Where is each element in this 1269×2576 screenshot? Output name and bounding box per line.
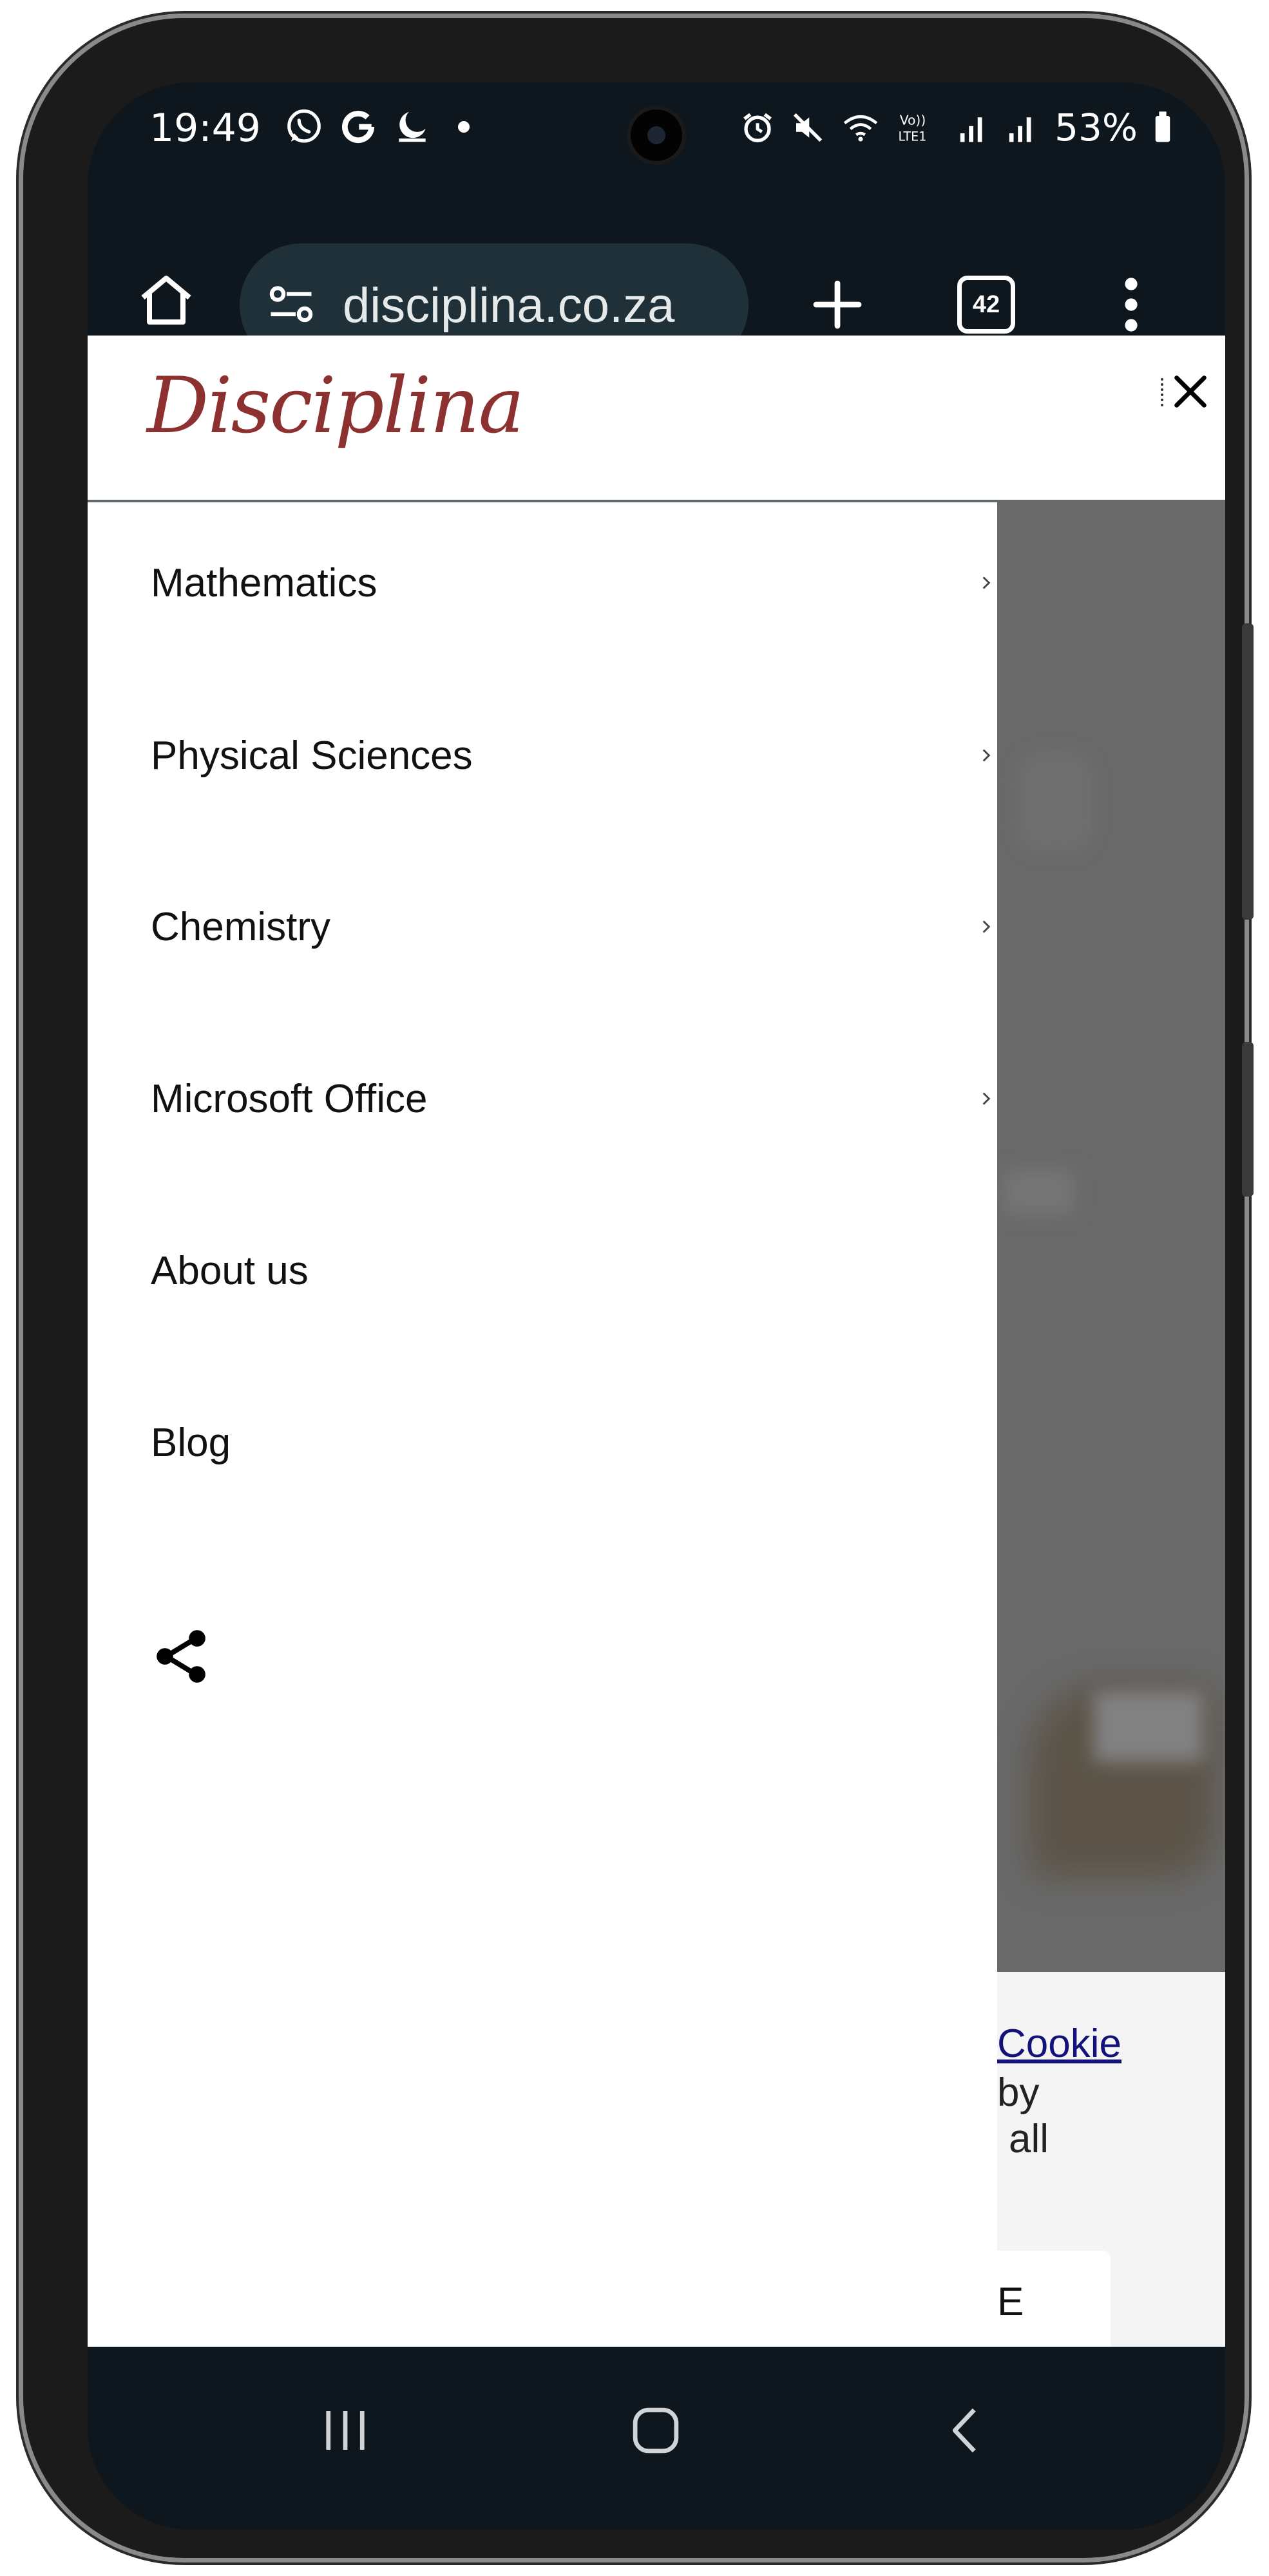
mute-icon	[793, 113, 823, 142]
menu-item-label: Microsoft Office	[151, 1076, 428, 1121]
close-menu-button[interactable]	[1170, 369, 1211, 423]
blurred-content	[1016, 751, 1094, 854]
signal-icon	[960, 117, 982, 142]
whatsapp-icon	[287, 109, 321, 143]
blurred-image	[1094, 1691, 1203, 1762]
wifi-icon	[843, 115, 878, 142]
chevron-right-icon[interactable]	[969, 738, 1004, 773]
phone-frame: 19:49 Vo)) LTE1 53% disciplina.co.za 42 …	[23, 18, 1254, 2558]
dot-icon	[458, 121, 470, 133]
recent-apps-button[interactable]	[307, 2392, 384, 2469]
more-vert-icon	[1125, 278, 1138, 332]
menu-item-label: About us	[151, 1248, 309, 1293]
browser-toolbar: disciplina.co.za 42	[88, 185, 1225, 367]
status-bar: 19:49 Vo)) LTE1 53%	[88, 82, 1225, 185]
menu-item-blog[interactable]: Blog	[151, 1401, 988, 1484]
url-text[interactable]: disciplina.co.za	[343, 278, 674, 334]
cookie-button-label: E	[997, 2280, 1024, 2324]
plus-icon	[813, 280, 862, 329]
back-button[interactable]	[928, 2392, 1006, 2469]
phone-screen: 19:49 Vo)) LTE1 53% disciplina.co.za 42 …	[88, 82, 1225, 2530]
home-icon	[633, 2407, 679, 2454]
volte-icon: Vo)) LTE1	[899, 113, 927, 144]
battery-icon	[1155, 111, 1170, 142]
svg-text:LTE1: LTE1	[899, 129, 927, 144]
menu-item-about-us[interactable]: About us	[151, 1229, 988, 1312]
battery-percent: 53%	[1054, 106, 1138, 149]
site-header: Disciplina	[88, 336, 1225, 502]
site-settings-icon[interactable]	[264, 278, 318, 332]
new-tab-button[interactable]	[804, 271, 871, 338]
chevron-right-icon[interactable]	[969, 1081, 1004, 1116]
more-menu-button[interactable]	[1105, 271, 1157, 338]
volume-button	[1242, 1042, 1254, 1197]
blurred-content	[1004, 1170, 1074, 1215]
tab-count-badge: 42	[957, 276, 1015, 334]
home-icon	[141, 276, 191, 325]
cookie-policy-link[interactable]: Cookie	[997, 2021, 1121, 2067]
share-icon	[157, 1630, 205, 1683]
menu-item-microsoft-office[interactable]: Microsoft Office	[151, 1057, 991, 1141]
web-content: Disciplina Cookie by all E Mathematics P…	[88, 336, 1225, 2347]
signal-icon	[1009, 117, 1031, 142]
cookie-accept-button[interactable]: E	[997, 2251, 1111, 2347]
site-logo[interactable]: Disciplina	[147, 361, 524, 451]
navigation-bar	[88, 2347, 1225, 2530]
page-overlay[interactable]	[997, 500, 1225, 1972]
close-icon	[1174, 375, 1207, 408]
recent-apps-icon	[326, 2411, 365, 2450]
menu-item-mathematics[interactable]: Mathematics	[151, 541, 991, 625]
home-nav-button[interactable]	[617, 2392, 694, 2469]
cookie-text-line: all	[1009, 2117, 1049, 2161]
menu-drawer: Mathematics Physical Sciences Chemistry	[88, 502, 997, 2347]
status-left-icons	[284, 107, 470, 147]
chevron-right-icon[interactable]	[969, 565, 1004, 600]
alarm-icon	[743, 113, 772, 142]
menu-item-label: Mathematics	[151, 560, 377, 605]
tabs-button[interactable]: 42	[951, 271, 1022, 338]
share-button[interactable]	[151, 1625, 215, 1690]
menu-item-label: Chemistry	[151, 904, 331, 949]
menu-item-label: Blog	[151, 1420, 231, 1465]
back-icon	[952, 2408, 976, 2453]
google-icon	[341, 111, 375, 144]
status-right-icons: Vo)) LTE1 53%	[740, 106, 1172, 149]
home-button[interactable]	[133, 267, 200, 334]
power-button	[1242, 623, 1254, 920]
svg-text:Vo)): Vo))	[900, 113, 926, 128]
chevron-right-icon[interactable]	[969, 909, 1004, 944]
night-mode-icon	[399, 111, 426, 142]
focus-ring	[1161, 378, 1166, 406]
cookie-text-line: by	[997, 2070, 1040, 2115]
menu-item-physical-sciences[interactable]: Physical Sciences	[151, 714, 991, 797]
menu-item-label: Physical Sciences	[151, 733, 473, 778]
menu-item-chemistry[interactable]: Chemistry	[151, 885, 991, 969]
status-time: 19:49	[149, 106, 261, 151]
cookie-banner: Cookie by all E	[997, 1972, 1225, 2347]
front-camera	[631, 109, 682, 161]
